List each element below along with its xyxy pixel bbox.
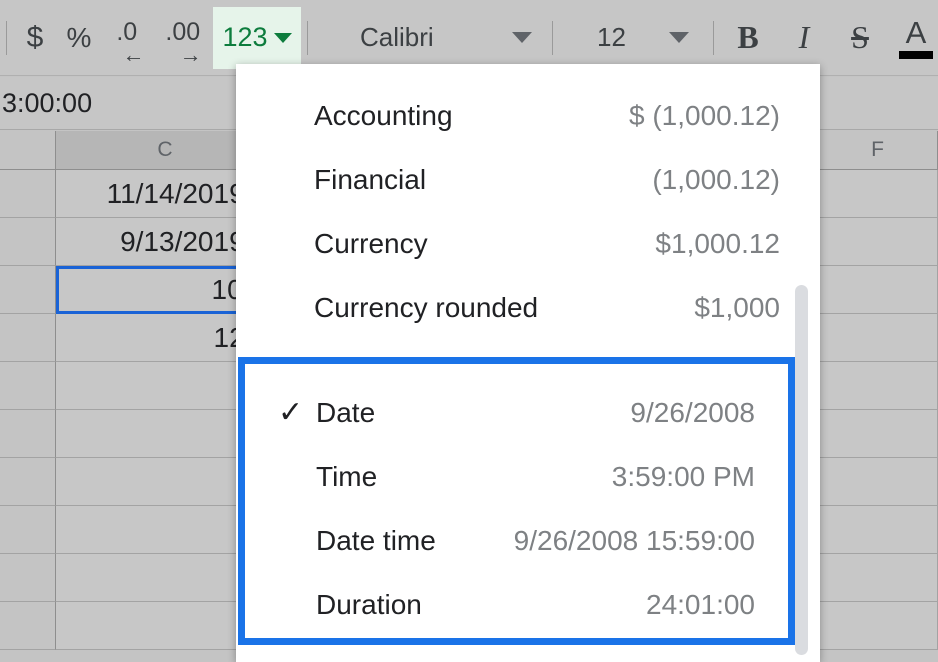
grid-cell[interactable] [818,602,938,650]
text-color-icon: A [905,14,927,50]
format-menu-item-label: Financial [314,164,427,195]
italic-button[interactable]: I [776,10,832,66]
grid-cell[interactable] [0,218,56,266]
grid-cell[interactable] [818,170,938,218]
grid-cell[interactable] [0,170,56,218]
grid-cell[interactable] [818,362,938,410]
format-menu-item-sample: 24:01:00 [646,589,755,620]
more-formats-label: 123 [222,22,268,52]
grid-cell[interactable] [0,266,56,314]
toolbar-divider [6,20,7,55]
format-menu-item[interactable]: Accounting $ (1,000.12) [236,84,820,148]
format-menu-item-label: Date time [316,525,436,556]
chevron-down-icon [273,32,292,43]
format-menu-item-time[interactable]: Time 3:59:00 PM [245,445,788,509]
toolbar-divider [713,20,714,55]
grid-cell[interactable] [0,458,56,506]
format-menu-item-sample: $ (1,000.12) [629,100,780,131]
column-header-corner[interactable] [0,131,56,170]
format-menu-item[interactable]: Currency $1,000.12 [236,212,820,276]
grid-cell[interactable] [0,602,56,650]
strikethrough-button[interactable]: S [832,10,888,66]
format-menu-item[interactable]: Financial (1,000.12) [236,148,820,212]
format-menu-item-duration[interactable]: Duration 24:01:00 [245,573,788,637]
column-header-f[interactable]: F [818,131,938,170]
grid-cell[interactable] [0,554,56,602]
format-as-currency-button[interactable]: $ [13,10,57,66]
format-menu-item-label: Currency rounded [314,292,539,323]
date-time-format-group: ✓ Date 9/26/2008 Time 3:59:00 PM Date time 9/2… [245,364,788,638]
format-menu-item-label: Time [316,461,378,492]
increase-decimal-arrow: → [179,41,202,67]
chevron-down-icon [512,32,532,43]
format-menu-item-sample: 9/26/2008 [630,397,755,428]
formula-bar-value: 3:00:00 [2,87,93,118]
font-size-value: 12 [597,22,626,52]
checkmark-icon: ✓ [278,396,304,429]
italic-icon: I [798,19,810,55]
bold-button[interactable]: B [720,10,776,66]
text-color-swatch [899,50,933,59]
grid-cell[interactable] [818,218,938,266]
more-formats-button[interactable]: 123 [213,6,301,69]
format-menu-item-sample: 3:59:00 PM [611,461,755,492]
grid-cell[interactable] [818,506,938,554]
decrease-decimal-arrow: ← [122,41,145,67]
format-menu-item-date[interactable]: ✓ Date 9/26/2008 [245,381,788,445]
dropdown-scrollbar-thumb[interactable] [795,285,808,655]
grid-cell[interactable] [0,506,56,554]
decrease-decimal-icon: .0 ← [101,10,157,66]
chevron-down-icon [669,32,689,43]
grid-cell[interactable] [0,314,56,362]
toolbar-divider [552,20,553,55]
format-menu-item-sample: 9/26/2008 15:59:00 [513,525,755,556]
bold-icon: B [737,19,759,55]
toolbar-divider [307,20,308,55]
increase-decimal-places-button[interactable]: .00 → [157,10,213,66]
grid-cell[interactable] [818,554,938,602]
format-menu-item-sample: $1,000.12 [655,228,780,259]
decrease-decimal-places-button[interactable]: .0 ← [101,10,157,66]
strikethrough-icon: S [851,19,869,55]
format-menu-item-sample: $1,000 [694,292,780,323]
format-menu-item-label: Date [316,397,376,428]
grid-cell[interactable] [0,362,56,410]
grid-cell[interactable] [0,410,56,458]
grid-cell[interactable] [818,458,938,506]
font-size-select[interactable]: 12 [559,10,707,66]
format-menu-item-sample: (1,000.12) [652,164,780,195]
format-as-percent-button[interactable]: % [57,10,101,66]
font-family-select[interactable]: Calibri [314,10,546,66]
format-menu-item-label: Accounting [314,100,453,131]
percent-icon: % [66,21,92,53]
grid-cell[interactable] [818,410,938,458]
format-menu-item-date-time[interactable]: Date time 9/26/2008 15:59:00 [245,509,788,573]
grid-cell[interactable] [818,266,938,314]
font-family-value: Calibri [360,22,434,52]
grid-cell[interactable] [818,314,938,362]
format-menu-item[interactable]: Currency rounded $1,000 [236,276,820,340]
text-color-button[interactable]: A [888,10,938,66]
increase-decimal-icon: .00 → [157,10,213,66]
format-menu-item-label: Duration [316,589,422,620]
currency-icon: $ [26,20,44,54]
format-menu-item-label: Currency [314,228,428,259]
